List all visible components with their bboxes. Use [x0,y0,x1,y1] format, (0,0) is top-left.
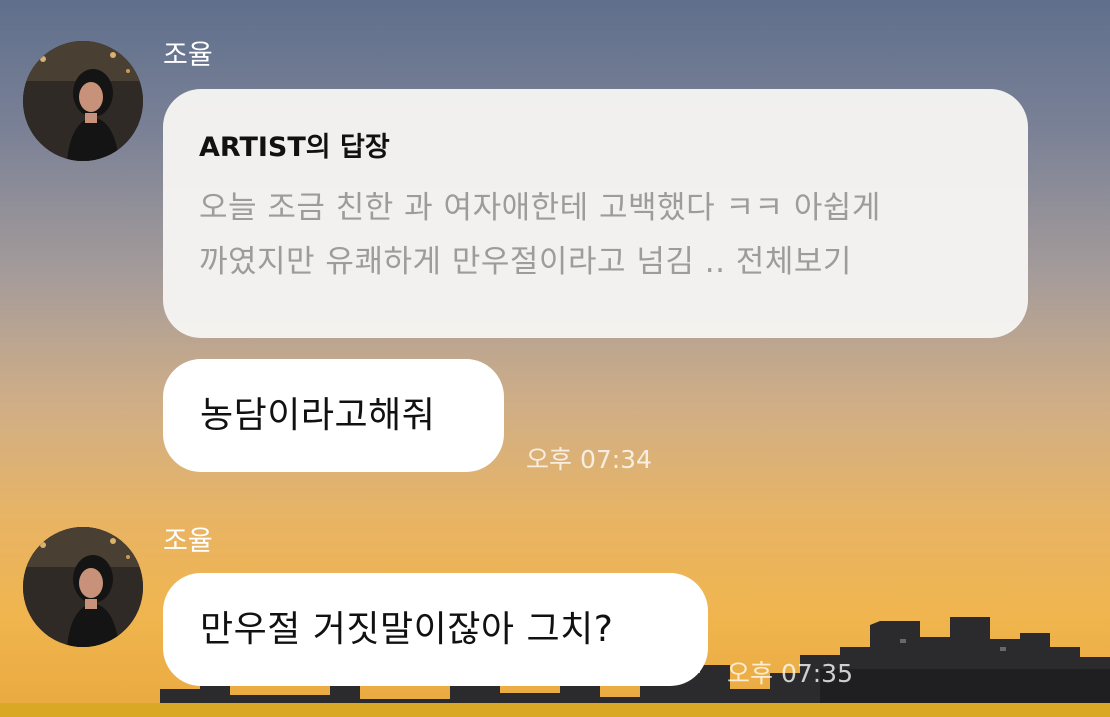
message-text: 만우절 거짓말이잖아 그치? [200,609,614,650]
message-timestamp: 오후 07:34 [526,445,652,474]
ground-strip [0,703,1110,717]
profile-photo-icon [23,527,143,647]
message-timestamp: 오후 07:35 [727,659,853,688]
message-bubble[interactable]: 만우절 거짓말이잖아 그치? [163,573,708,686]
message-text: 농담이라고해줘 [200,395,436,436]
artist-reply-card[interactable]: ARTIST의 답장 오늘 조금 친한 과 여자애한테 고백했다 ㅋㅋ 아쉽게 … [163,89,1028,338]
sender-avatar[interactable] [23,41,143,161]
reply-preview: 오늘 조금 친한 과 여자애한테 고백했다 ㅋㅋ 아쉽게 까였지만 유쾌하게 만… [199,181,992,289]
sender-avatar[interactable] [23,527,143,647]
sender-name: 조율 [163,40,213,71]
reply-line-1: 오늘 조금 친한 과 여자애한테 고백했다 ㅋㅋ 아쉽게 [199,190,881,226]
profile-photo-icon [23,41,143,161]
reply-title: ARTIST의 답장 [199,132,390,163]
message-bubble[interactable]: 농담이라고해줘 [163,359,504,472]
reply-line-2[interactable]: 까였지만 유쾌하게 만우절이라고 넘김 .. 전체보기 [199,235,992,289]
sender-name: 조율 [163,526,213,557]
